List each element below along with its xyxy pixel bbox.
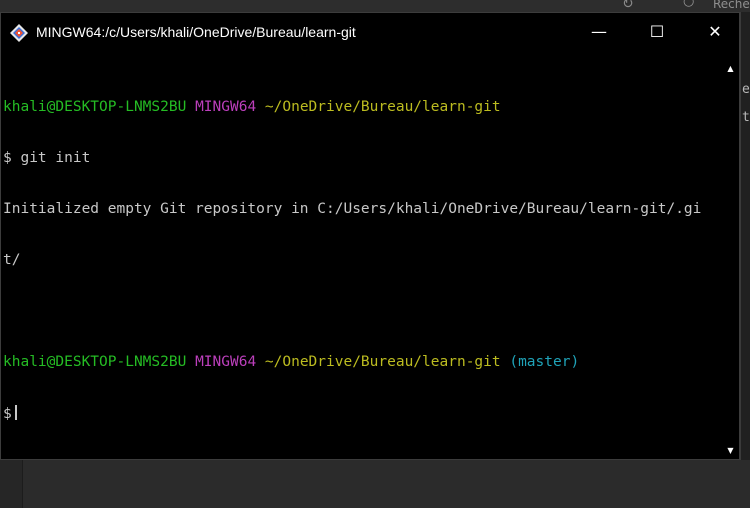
search-icon[interactable]: ○ <box>683 0 697 9</box>
prompt-user-host: khali@DESKTOP-LNMS2BU <box>3 354 187 370</box>
prompt-line: khali@DESKTOP-LNMS2BU MINGW64 ~/OneDrive… <box>3 99 721 116</box>
minimize-button[interactable]: — <box>570 13 628 51</box>
close-button[interactable]: ✕ <box>686 13 744 51</box>
git-bash-icon <box>10 24 28 42</box>
output-line: Initialized empty Git repository in C:/U… <box>3 201 702 217</box>
minimize-icon: — <box>591 22 607 41</box>
close-icon: ✕ <box>708 22 722 41</box>
scroll-down-arrow-icon[interactable]: ▼ <box>722 445 739 457</box>
refresh-icon[interactable]: ↻ <box>622 0 640 12</box>
maximize-icon: ☐ <box>649 22 665 41</box>
background-bottom-left-panel <box>0 460 23 508</box>
background-right-panel <box>740 12 750 460</box>
background-search-label[interactable]: Reche <box>713 0 750 11</box>
text-cursor <box>14 405 17 420</box>
title-bar[interactable]: MINGW64:/c/Users/khali/OneDrive/Bureau/l… <box>1 13 739 51</box>
prompt-env: MINGW64 <box>195 99 257 115</box>
prompt-user-host: khali@DESKTOP-LNMS2BU <box>3 99 187 115</box>
window-title: MINGW64:/c/Users/khali/OneDrive/Bureau/l… <box>36 24 356 40</box>
background-text-fragment: t <box>742 110 750 125</box>
scroll-up-arrow-icon[interactable]: ▲ <box>722 63 739 75</box>
terminal-output[interactable]: khali@DESKTOP-LNMS2BU MINGW64 ~/OneDrive… <box>3 65 721 453</box>
background-text-fragment: e <box>742 82 750 97</box>
background-bottom-area <box>0 460 750 508</box>
prompt-path: ~/OneDrive/Bureau/learn-git <box>264 354 501 370</box>
prompt-symbol: $ <box>3 406 12 422</box>
prompt-path: ~/OneDrive/Bureau/learn-git <box>264 99 501 115</box>
vertical-scrollbar[interactable]: ▲ ▼ <box>722 51 739 459</box>
git-branch: (master) <box>509 354 580 370</box>
prompt-line: khali@DESKTOP-LNMS2BU MINGW64 ~/OneDrive… <box>3 354 721 371</box>
command-line: $ git init <box>3 150 91 166</box>
input-line[interactable]: $ <box>3 405 721 422</box>
terminal-window[interactable]: MINGW64:/c/Users/khali/OneDrive/Bureau/l… <box>0 12 740 460</box>
prompt-env: MINGW64 <box>195 354 257 370</box>
output-line: t/ <box>3 252 21 268</box>
maximize-button[interactable]: ☐ <box>628 13 686 51</box>
